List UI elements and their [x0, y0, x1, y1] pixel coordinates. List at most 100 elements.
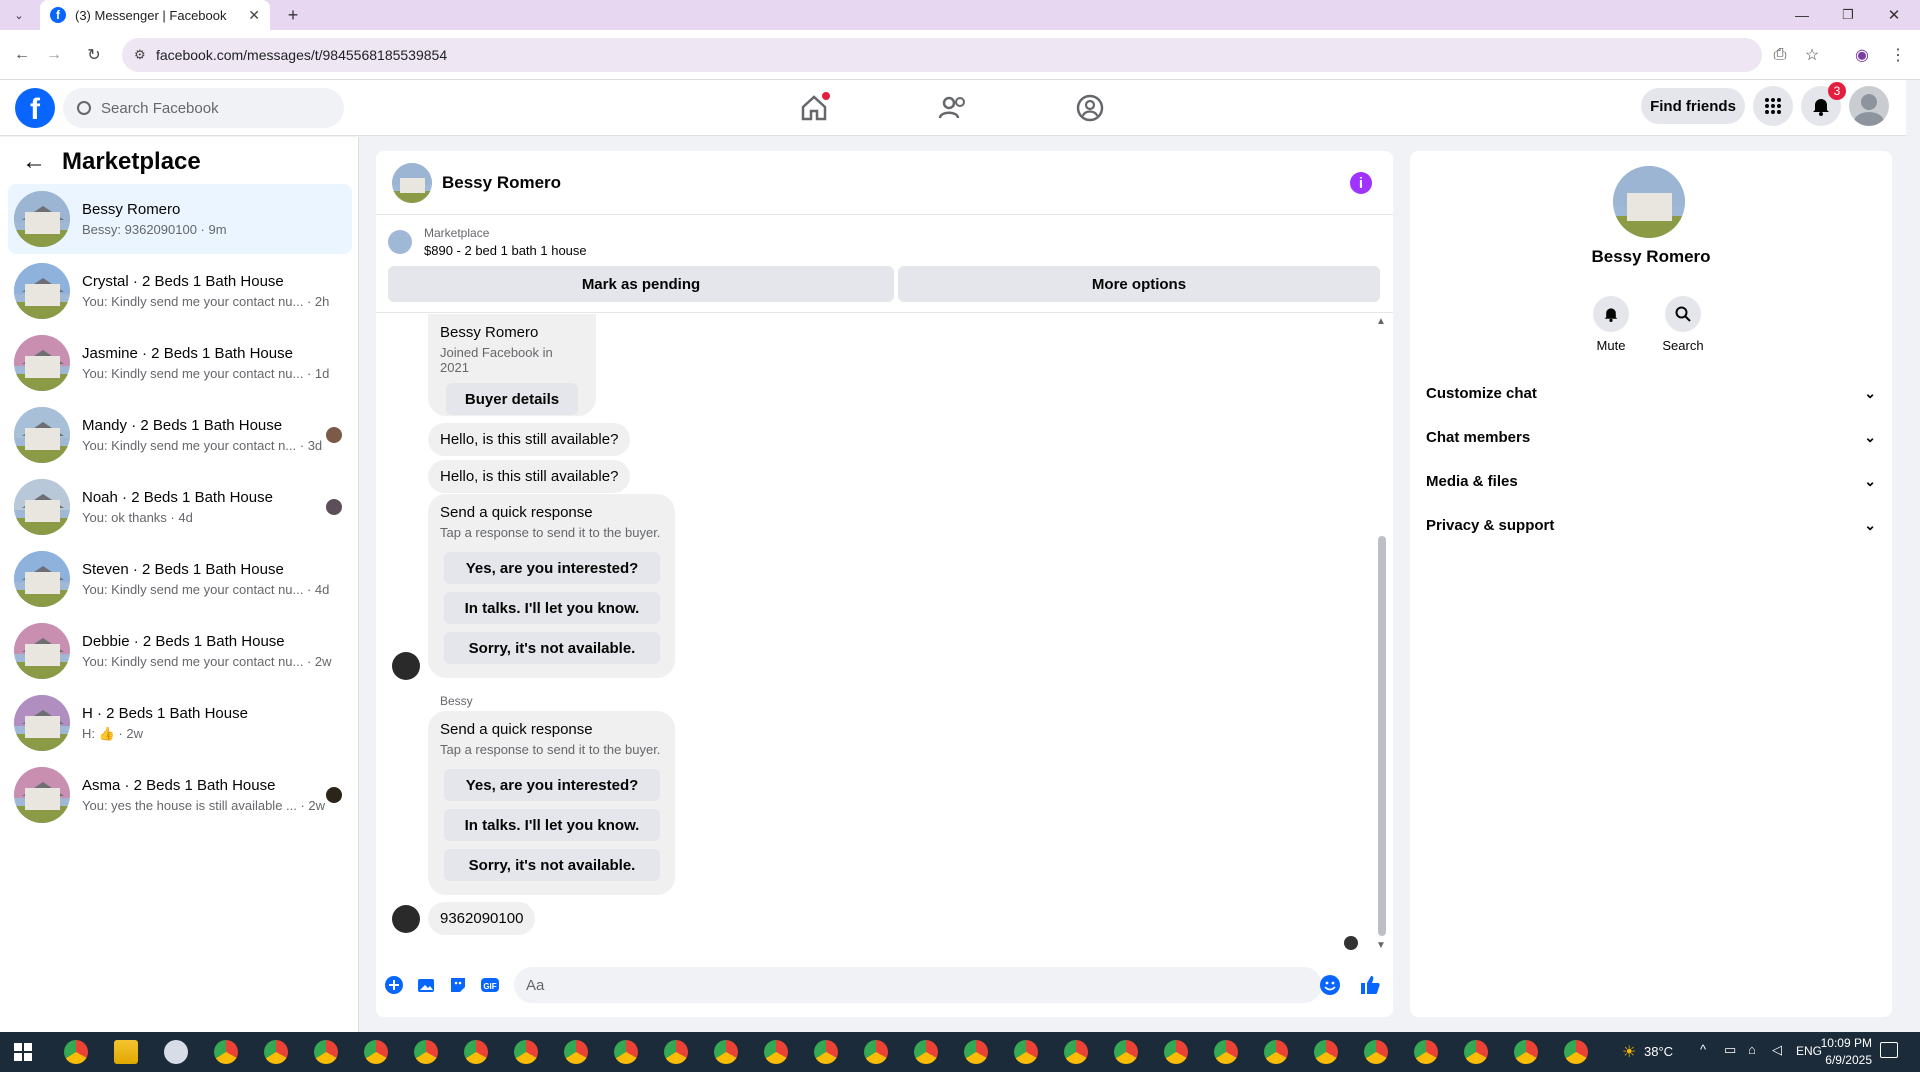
chat-members-section[interactable]: Chat members ⌄: [1426, 417, 1876, 457]
mark-as-pending-button[interactable]: Mark as pending: [388, 266, 894, 302]
chrome-profile-icon[interactable]: [264, 1040, 288, 1064]
notification-center-icon[interactable]: [1880, 1042, 1898, 1058]
chrome-profile-icon[interactable]: [764, 1040, 788, 1064]
chrome-profile-icon[interactable]: [1164, 1040, 1188, 1064]
reload-icon[interactable]: ↻: [80, 41, 108, 69]
chrome-profile-icon[interactable]: [1064, 1040, 1088, 1064]
menu-grid-icon[interactable]: [1753, 86, 1793, 126]
privacy-support-section[interactable]: Privacy & support ⌄: [1426, 505, 1876, 545]
back-arrow-icon[interactable]: ←: [22, 148, 46, 176]
url-bar[interactable]: ⚙ facebook.com/messages/t/98455681855398…: [122, 38, 1762, 72]
chrome-profile-icon[interactable]: [1414, 1040, 1438, 1064]
chrome-profile-icon[interactable]: [1364, 1040, 1388, 1064]
groups-icon[interactable]: [1074, 92, 1106, 124]
search-input[interactable]: Search Facebook: [63, 88, 344, 128]
network-icon[interactable]: ⌂: [1748, 1042, 1756, 1057]
file-explorer-icon[interactable]: [114, 1040, 138, 1064]
chrome-profile-icon[interactable]: [1264, 1040, 1288, 1064]
friends-icon[interactable]: [937, 92, 969, 124]
chrome-profile-icon[interactable]: [664, 1040, 688, 1064]
chrome-profile-icon[interactable]: [1314, 1040, 1338, 1064]
taskbar-clock[interactable]: 10:09 PM 6/9/2025: [1821, 1035, 1872, 1069]
close-tab-icon[interactable]: ✕: [248, 7, 260, 24]
conversation-item[interactable]: H · 2 Beds 1 Bath House H: 👍 · 2w: [8, 688, 352, 758]
photo-icon[interactable]: [415, 974, 437, 996]
message-input[interactable]: Aa: [514, 967, 1322, 1003]
chrome-profile-icon[interactable]: [614, 1040, 638, 1064]
conversation-item[interactable]: Mandy · 2 Beds 1 Bath House You: Kindly s…: [8, 400, 352, 470]
buyer-details-button[interactable]: Buyer details: [446, 383, 578, 415]
chrome-profile-icon[interactable]: [1514, 1040, 1538, 1064]
volume-icon[interactable]: ◁: [1772, 1042, 1782, 1058]
weather-temperature[interactable]: 38°C: [1644, 1044, 1673, 1059]
minimize-window-icon[interactable]: —: [1790, 4, 1814, 26]
conversation-item[interactable]: Noah · 2 Beds 1 Bath House You: ok thanks…: [8, 472, 352, 542]
account-avatar[interactable]: [1849, 86, 1889, 126]
bookmark-star-icon[interactable]: ☆: [1798, 41, 1826, 69]
chrome-profile-icon[interactable]: [914, 1040, 938, 1064]
conversation-item[interactable]: Bessy Romero Bessy: 9362090100 · 9m: [8, 184, 352, 254]
chrome-profile-icon[interactable]: [414, 1040, 438, 1064]
conversation-item[interactable]: Debbie · 2 Beds 1 Bath House You: Kindly …: [8, 616, 352, 686]
profile-icon[interactable]: ◉: [1848, 41, 1876, 69]
weather-icon[interactable]: ☀: [1622, 1042, 1636, 1062]
customize-chat-section[interactable]: Customize chat ⌄: [1426, 373, 1876, 413]
contact-avatar[interactable]: [392, 162, 432, 203]
find-friends-button[interactable]: Find friends: [1641, 88, 1745, 124]
close-window-icon[interactable]: ✕: [1882, 4, 1906, 26]
chrome-profile-icon[interactable]: [1464, 1040, 1488, 1064]
scroll-down-arrow-icon[interactable]: ▼: [1376, 940, 1386, 951]
quick-reply-not-available-button[interactable]: Sorry, it's not available.: [444, 849, 660, 881]
chat-scrollbar[interactable]: [1378, 536, 1386, 936]
chrome-profile-icon[interactable]: [1214, 1040, 1238, 1064]
quick-reply-in-talks-button[interactable]: In talks. I'll let you know.: [444, 592, 660, 624]
contact-name[interactable]: Bessy Romero: [442, 173, 561, 193]
chrome-profile-icon[interactable]: [214, 1040, 238, 1064]
details-avatar[interactable]: [1613, 166, 1685, 238]
chrome-profile-icon[interactable]: [1564, 1040, 1588, 1064]
forward-arrow-icon[interactable]: →: [40, 41, 68, 69]
chrome-profile-icon[interactable]: [814, 1040, 838, 1064]
listing-bar[interactable]: Marketplace $890 - 2 bed 1 bath 1 house: [388, 224, 587, 260]
windows-start-icon[interactable]: [14, 1043, 32, 1066]
conversation-item[interactable]: Jasmine · 2 Beds 1 Bath House You: Kindly…: [8, 328, 352, 398]
scroll-up-arrow-icon[interactable]: ▲: [1376, 316, 1386, 327]
back-arrow-icon[interactable]: ←: [8, 41, 36, 69]
more-options-button[interactable]: More options: [898, 266, 1380, 302]
media-files-section[interactable]: Media & files ⌄: [1426, 461, 1876, 501]
quick-reply-yes-button[interactable]: Yes, are you interested?: [444, 552, 660, 584]
sender-avatar[interactable]: [392, 905, 420, 933]
quick-reply-yes-button[interactable]: Yes, are you interested?: [444, 769, 660, 801]
chrome-profile-icon[interactable]: [364, 1040, 388, 1064]
input-language[interactable]: ENG: [1796, 1044, 1822, 1058]
new-tab-button[interactable]: +: [282, 4, 304, 26]
plus-circle-icon[interactable]: [383, 974, 405, 996]
mute-button[interactable]: Mute: [1581, 296, 1641, 353]
details-name[interactable]: Bessy Romero: [1410, 247, 1892, 267]
conversation-item[interactable]: Crystal · 2 Beds 1 Bath House You: Kindly…: [8, 256, 352, 326]
emoji-icon[interactable]: [1319, 974, 1341, 996]
chrome-profile-icon[interactable]: [1014, 1040, 1038, 1064]
gif-icon[interactable]: GIF: [479, 974, 501, 996]
battery-icon[interactable]: ▭: [1724, 1042, 1736, 1058]
chrome-profile-icon[interactable]: [1114, 1040, 1138, 1064]
home-icon[interactable]: [798, 92, 830, 124]
site-settings-icon[interactable]: ⚙: [134, 47, 146, 63]
facebook-logo-icon[interactable]: f: [15, 88, 55, 128]
chrome-profile-icon[interactable]: [564, 1040, 588, 1064]
tab-search-icon[interactable]: ⌄: [8, 4, 30, 26]
conversation-info-icon[interactable]: i: [1350, 172, 1372, 194]
chrome-profile-icon[interactable]: [864, 1040, 888, 1064]
chrome-profile-icon[interactable]: [314, 1040, 338, 1064]
restore-window-icon[interactable]: ❐: [1836, 4, 1860, 26]
conversation-item[interactable]: Steven · 2 Beds 1 Bath House You: Kindly …: [8, 544, 352, 614]
install-app-icon[interactable]: ⎙: [1766, 41, 1794, 69]
thumbs-up-icon[interactable]: [1359, 974, 1381, 996]
chrome-profile-icon[interactable]: [464, 1040, 488, 1064]
app-icon[interactable]: [164, 1040, 188, 1064]
browser-tab[interactable]: f (3) Messenger | Facebook ✕: [40, 0, 270, 30]
conversation-item[interactable]: Asma · 2 Beds 1 Bath House You: yes the h…: [8, 760, 352, 830]
search-conversation-button[interactable]: Search: [1653, 296, 1713, 353]
chrome-profile-icon[interactable]: [514, 1040, 538, 1064]
chrome-profile-icon[interactable]: [964, 1040, 988, 1064]
